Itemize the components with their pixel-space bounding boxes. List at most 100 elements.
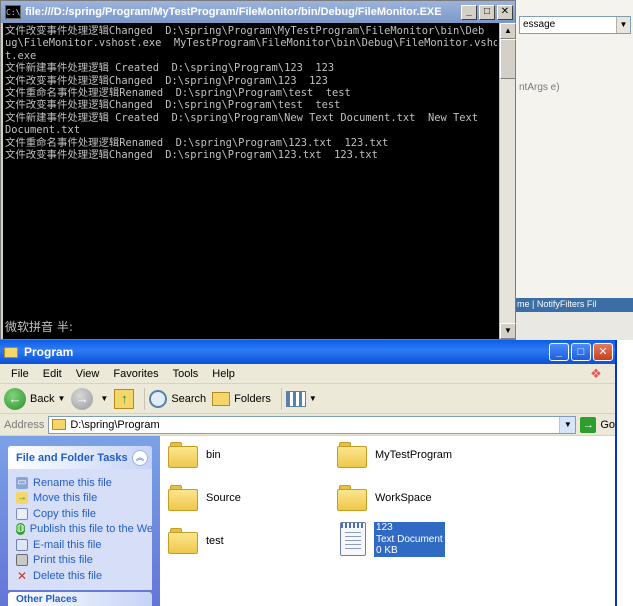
folders-label: Folders <box>234 392 271 405</box>
menu-view[interactable]: View <box>69 368 107 380</box>
up-folder-button[interactable]: ↑ <box>114 388 135 409</box>
go-arrow-icon: → <box>580 416 597 433</box>
back-button[interactable]: ← Back ▼ <box>4 387 65 410</box>
console-minimize-button[interactable]: _ <box>461 4 477 20</box>
console-line: 文件改变事件处理逻辑Changed D:\spring\Program\123.… <box>5 149 378 162</box>
task-label: Delete this file <box>33 569 103 582</box>
folder-icon <box>4 346 18 358</box>
menu-edit[interactable]: Edit <box>36 368 69 380</box>
task-label: Copy this file <box>33 507 96 520</box>
folder-item-test[interactable]: test <box>168 528 224 554</box>
menu-tools[interactable]: Tools <box>166 368 206 380</box>
menu-help[interactable]: Help <box>205 368 242 380</box>
explorer-minimize-button[interactable]: _ <box>549 343 569 361</box>
collapse-chevron-icon[interactable]: ︽ <box>132 449 148 466</box>
views-button[interactable]: ▼ <box>285 390 317 407</box>
task-publish[interactable]: ◍ Publish this file to the Web <box>16 522 152 538</box>
address-input[interactable]: D:\spring\Program ▼ <box>48 415 577 434</box>
file-name: test <box>206 535 224 547</box>
explorer-titlebar[interactable]: Program _ □ ✕ <box>0 340 615 364</box>
console-line: 文件改变事件处理逻辑Changed D:\spring\Program\123 … <box>5 74 328 87</box>
task-pane: File and Folder Tasks ︽ ▭ Rename this fi… <box>0 436 160 606</box>
task-delete[interactable]: ✕ Delete this file <box>16 568 146 584</box>
task-print[interactable]: Print this file <box>16 553 146 569</box>
console-maximize-button[interactable]: □ <box>479 4 495 20</box>
task-label: Publish this file to the Web <box>29 523 152 536</box>
printer-icon <box>16 554 28 567</box>
scroll-thumb[interactable] <box>500 39 516 79</box>
folder-icon <box>337 485 367 511</box>
folder-item-workspace[interactable]: WorkSpace <box>337 485 432 511</box>
folder-item-mytestprogram[interactable]: MyTestProgram <box>337 442 452 468</box>
explorer-window: Program _ □ ✕ File Edit View Favorites T… <box>0 340 617 606</box>
tasks-header-text: File and Folder Tasks <box>16 451 128 464</box>
tasks-header[interactable]: File and Folder Tasks ︽ <box>8 446 152 469</box>
console-scrollbar[interactable]: ▲ ▼ <box>499 23 516 339</box>
task-rename[interactable]: ▭ Rename this file <box>16 475 146 491</box>
console-line: 文件新建事件处理逻辑 Created D:\spring\Program\123… <box>5 62 335 75</box>
file-name: WorkSpace <box>375 492 432 504</box>
copy-icon <box>16 507 28 520</box>
go-label: Go <box>600 418 615 431</box>
chevron-down-icon[interactable]: ▼ <box>57 394 65 403</box>
other-places-header[interactable]: Other Places <box>8 592 152 606</box>
search-button[interactable]: Search <box>149 389 206 408</box>
explorer-maximize-button[interactable]: □ <box>571 343 591 361</box>
task-label: E-mail this file <box>33 538 102 551</box>
task-label: Move this file <box>33 492 98 505</box>
console-line: ug\FileMonitor.vshost.exe MyTestProgram\… <box>5 37 497 50</box>
chevron-down-icon[interactable]: ▼ <box>559 416 576 433</box>
console-line: t.exe <box>5 49 37 62</box>
explorer-title: Program <box>24 345 74 359</box>
move-icon: → <box>16 492 28 505</box>
ide-selection-bar: me | NotifyFilters Fil <box>515 298 633 312</box>
globe-icon: ◍ <box>16 523 25 536</box>
file-name: 123 <box>376 522 393 533</box>
console-title: file:///D:/spring/Program/MyTestProgram/… <box>25 6 442 18</box>
console-output[interactable]: 文件改变事件处理逻辑Changed D:\spring\Program\MyTe… <box>3 23 499 339</box>
explorer-close-button[interactable]: ✕ <box>593 343 613 361</box>
folder-icon <box>337 442 367 468</box>
address-bar: Address D:\spring\Program ▼ → Go <box>0 414 615 436</box>
console-line: 文件改变事件处理逻辑Changed D:\spring\Program\MyTe… <box>5 25 485 37</box>
scroll-down-arrow-icon[interactable]: ▼ <box>500 323 516 339</box>
console-app-icon: C:\ <box>5 5 21 19</box>
task-email[interactable]: E-mail this file <box>16 537 146 553</box>
desktop-screenshot: essage ▼ ntArgs e) me | NotifyFilters Fi… <box>0 0 633 606</box>
console-line: 文件重命名事件处理逻辑Renamed D:\spring\Program\123… <box>5 136 389 149</box>
chevron-down-icon[interactable]: ▼ <box>309 394 317 403</box>
chevron-down-icon[interactable]: ▼ <box>100 394 108 403</box>
windows-logo-icon: ❖ <box>590 366 602 381</box>
chevron-down-icon[interactable]: ▼ <box>616 17 630 33</box>
console-window: C:\ file:///D:/spring/Program/MyTestProg… <box>0 0 516 340</box>
folder-item-source[interactable]: Source <box>168 485 241 511</box>
menu-file[interactable]: File <box>4 368 36 380</box>
folder-icon <box>168 442 198 468</box>
folder-icon <box>168 485 198 511</box>
ide-background: essage ▼ ntArgs e) me | NotifyFilters Fi… <box>514 0 633 340</box>
go-button[interactable]: → Go <box>580 416 615 433</box>
folder-icon <box>52 419 67 430</box>
console-line: Document.txt <box>5 124 81 137</box>
file-item-123[interactable]: 123 Text Document 0 KB <box>340 522 445 557</box>
folders-icon <box>212 391 231 406</box>
console-titlebar[interactable]: C:\ file:///D:/spring/Program/MyTestProg… <box>1 1 515 23</box>
ide-panel <box>515 312 633 340</box>
delete-x-icon: ✕ <box>16 568 28 583</box>
folders-button[interactable]: Folders <box>212 391 271 406</box>
menu-favorites[interactable]: Favorites <box>106 368 165 380</box>
task-label: Rename this file <box>33 476 112 489</box>
ide-event-combo[interactable]: essage ▼ <box>519 16 631 34</box>
task-copy[interactable]: Copy this file <box>16 506 146 522</box>
console-close-button[interactable]: ✕ <box>497 4 513 20</box>
scroll-up-arrow-icon[interactable]: ▲ <box>500 23 516 39</box>
up-folder-icon: ↑ <box>114 388 135 409</box>
file-size: 0 KB <box>376 545 398 556</box>
file-folder-tasks: File and Folder Tasks ︽ ▭ Rename this fi… <box>8 446 152 590</box>
menu-bar: File Edit View Favorites Tools Help ❖ <box>0 364 615 384</box>
forward-button[interactable]: → ▼ <box>71 387 108 410</box>
address-label: Address <box>4 418 45 431</box>
folder-item-bin[interactable]: bin <box>168 442 221 468</box>
task-move[interactable]: → Move this file <box>16 491 146 507</box>
file-view[interactable]: bin MyTestProgram Source WorkSpace test <box>160 436 615 606</box>
